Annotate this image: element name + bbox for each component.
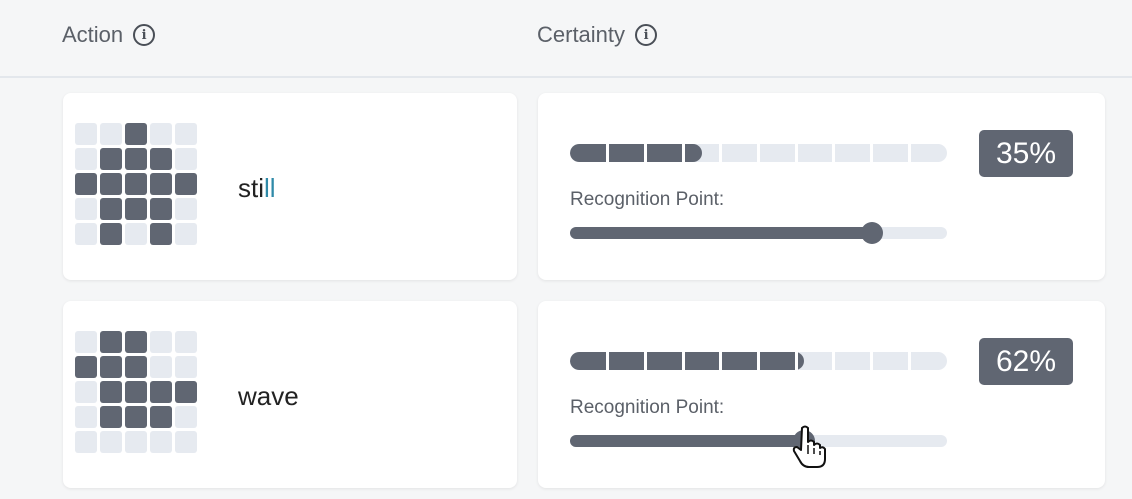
certainty-bar [570,352,947,370]
pose-grid-cell [175,381,197,403]
pose-grid [75,331,197,453]
pose-grid-cell [75,356,97,378]
pose-grid-cell [125,198,147,220]
pose-grid-cell [150,381,172,403]
pose-grid-cell [175,406,197,428]
hand-pointer-cursor-icon [792,425,826,468]
segment-divider [832,352,836,370]
certainty-percent-badge: 35% [979,130,1073,177]
pose-grid-cell [100,331,122,353]
pose-grid-cell [125,356,147,378]
certainty-header-label: Certainty [537,22,626,47]
pose-grid-cell [100,431,122,453]
segment-divider [907,352,911,370]
pose-grid-cell [150,406,172,428]
pose-grid-cell [150,431,172,453]
pose-grid-cell [125,331,147,353]
info-icon[interactable]: i [133,24,156,46]
action-name: wave [238,381,299,412]
segment-divider [606,144,610,162]
pose-grid-cell [75,223,97,245]
pose-grid-cell [175,198,197,220]
segment-divider [832,144,836,162]
segment-divider [757,352,760,370]
recognition-point-label: Recognition Point: [570,189,725,210]
segment-divider [907,144,911,162]
pose-grid-cell [100,123,122,145]
certainty-bar [570,144,947,162]
action-name: still [238,173,276,204]
pose-grid-cell [175,148,197,170]
pose-grid-cell [100,198,122,220]
pose-grid-cell [175,356,197,378]
pose-grid-cell [75,173,97,195]
pose-grid-cell [100,148,122,170]
pose-grid-cell [125,148,147,170]
pose-grid-cell [125,223,147,245]
pose-grid-cell [175,431,197,453]
segment-divider [643,352,647,370]
pose-grid-cell [150,331,172,353]
segment-divider [870,352,874,370]
action-header-label: Action [62,22,124,47]
recognition-point-slider[interactable] [570,430,947,452]
segment-divider [757,144,760,162]
pose-grid-cell [150,198,172,220]
segment-divider [681,352,685,370]
pose-grid-cell [75,123,97,145]
pose-grid-cell [100,173,122,195]
action-name-highlight: ll [264,173,276,203]
pose-grid-cell [125,431,147,453]
segment-divider [794,144,798,162]
pose-grid-cell [100,356,122,378]
segment-divider [681,144,685,162]
info-icon[interactable]: i [635,24,658,46]
certainty-column-header: Certainty i [537,22,658,48]
pose-grid-cell [125,123,147,145]
segment-divider [719,352,723,370]
pose-grid-cell [75,431,97,453]
recognition-point-slider[interactable] [570,222,947,244]
pose-grid-cell [150,356,172,378]
certainty-card-still: 35% Recognition Point: [538,93,1105,280]
pose-grid-cell [75,381,97,403]
pose-grid-cell [175,123,197,145]
pose-grid-cell [100,381,122,403]
pose-grid-cell [175,173,197,195]
pose-grid-cell [150,123,172,145]
pose-grid-cell [125,173,147,195]
certainty-percent-badge: 62% [979,338,1073,385]
slider-thumb[interactable] [860,222,883,244]
pose-grid-cell [75,148,97,170]
pose-grid-cell [75,331,97,353]
table-header: Action i Certainty i [0,0,1132,78]
pose-grid [75,123,197,245]
pose-grid-cell [150,223,172,245]
pose-grid-cell [125,381,147,403]
slider-fill [570,227,872,239]
pose-grid-cell [150,148,172,170]
segment-divider [719,144,723,162]
pose-grid-cell [75,406,97,428]
pose-grid-cell [100,223,122,245]
pose-grid-cell [75,198,97,220]
segment-divider [794,352,798,370]
pose-grid-cell [100,406,122,428]
pose-grid-cell [175,223,197,245]
pose-grid-cell [125,406,147,428]
segment-divider [643,144,647,162]
action-card-still: still [63,93,517,280]
segment-divider [606,352,610,370]
action-card-wave: wave [63,301,517,488]
slider-fill [570,435,804,447]
action-column-header: Action i [62,22,156,48]
action-name-text: wave [238,381,299,411]
pose-grid-cell [150,173,172,195]
recognition-point-label: Recognition Point: [570,397,725,418]
pose-grid-cell [175,331,197,353]
segment-divider [870,144,874,162]
action-name-text: sti [238,173,264,203]
certainty-bar-fill [570,352,804,370]
